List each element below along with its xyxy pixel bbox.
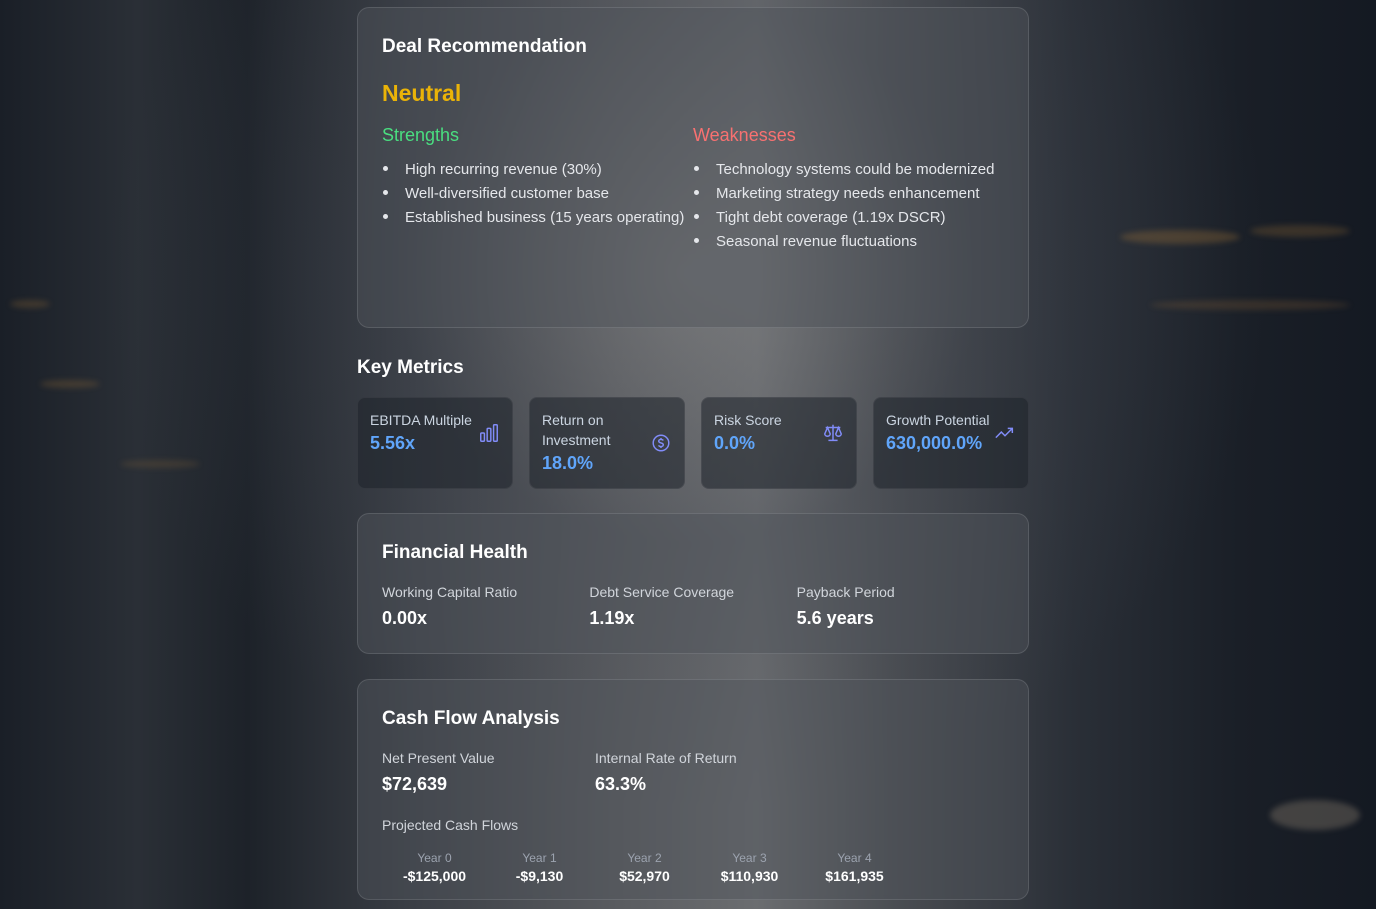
cash-flow-amount: -$125,000 <box>402 868 467 884</box>
strengths-list: High recurring revenue (30%) Well-divers… <box>382 158 693 230</box>
debt-service-coverage: Debt Service Coverage 1.19x <box>589 584 796 629</box>
strengths-column: Strengths High recurring revenue (30%) W… <box>382 125 693 254</box>
cash-flow-amount: $52,970 <box>619 868 670 884</box>
financial-health-title: Financial Health <box>382 542 528 563</box>
net-present-value: Net Present Value $72,639 <box>382 750 595 795</box>
kv-label: Payback Period <box>796 584 895 600</box>
deal-recommendation-title: Deal Recommendation <box>382 36 587 57</box>
cash-flow-year: Year 1 <box>522 851 557 865</box>
weaknesses-list: Technology systems could be modernized M… <box>693 158 1004 254</box>
metric-card-return-on-investment: Return on Investment 18.0% <box>529 397 685 489</box>
projected-cash-flows: Year 0 -$125,000 Year 1 -$9,130 Year 2 $… <box>382 851 1004 884</box>
cash-flow-year-0: Year 0 -$125,000 <box>382 851 487 884</box>
cash-flow-year-1: Year 1 -$9,130 <box>487 851 592 884</box>
strength-item: High recurring revenue (30%) <box>382 158 693 182</box>
cash-flow-year: Year 3 <box>732 851 767 865</box>
kv-value: $72,639 <box>382 774 448 794</box>
strength-item: Well-diversified customer base <box>382 182 693 206</box>
strength-item: Established business (15 years operating… <box>382 206 693 230</box>
payback-period: Payback Period 5.6 years <box>797 584 1004 629</box>
trending-up-icon <box>994 422 1016 444</box>
deal-verdict: Neutral <box>382 80 462 106</box>
cash-flow-year: Year 2 <box>627 851 662 865</box>
weakness-item: Tight debt coverage (1.19x DSCR) <box>693 206 1004 230</box>
weaknesses-title: Weaknesses <box>693 125 796 145</box>
weaknesses-column: Weaknesses Technology systems could be m… <box>693 125 1004 254</box>
metric-card-growth-potential: Growth Potential 630,000.0% <box>873 397 1029 489</box>
cash-flow-amount: $110,930 <box>720 868 779 884</box>
cash-flow-year-4: Year 4 $161,935 <box>802 851 907 884</box>
cash-flow-analysis-card: Cash Flow Analysis Net Present Value $72… <box>357 679 1029 900</box>
metric-card-ebitda-multiple: EBITDA Multiple 5.56x <box>357 397 513 489</box>
cash-flow-year-3: Year 3 $110,930 <box>697 851 802 884</box>
kv-label: Working Capital Ratio <box>382 584 518 600</box>
weakness-item: Marketing strategy needs enhancement <box>693 182 1004 206</box>
kv-label: Debt Service Coverage <box>589 584 735 600</box>
metric-label: EBITDA Multiple <box>370 412 472 428</box>
kv-value: 0.00x <box>382 608 428 628</box>
kv-label: Net Present Value <box>382 750 495 766</box>
metric-label: Risk Score <box>714 412 782 428</box>
metric-value: 18.0% <box>542 453 594 473</box>
weakness-item: Technology systems could be modernized <box>693 158 1004 182</box>
metric-card-risk-score: Risk Score 0.0% <box>701 397 857 489</box>
cash-flow-year: Year 0 <box>417 851 452 865</box>
kv-value: 63.3% <box>595 774 647 794</box>
working-capital-ratio: Working Capital Ratio 0.00x <box>382 584 589 629</box>
weakness-item: Seasonal revenue fluctuations <box>693 230 1004 254</box>
kv-value: 1.19x <box>589 608 635 628</box>
dollar-circle-icon <box>650 432 672 454</box>
projected-cash-flows-title: Projected Cash Flows <box>382 817 519 833</box>
financial-health-card: Financial Health Working Capital Ratio 0… <box>357 513 1029 654</box>
key-metrics-title: Key Metrics <box>357 357 464 378</box>
cash-flow-amount: $161,935 <box>825 868 884 884</box>
strengths-title: Strengths <box>382 125 460 145</box>
cash-flow-year: Year 4 <box>837 851 872 865</box>
cash-flow-year-2: Year 2 $52,970 <box>592 851 697 884</box>
scale-icon <box>822 422 844 444</box>
kv-value: 5.6 years <box>796 608 874 628</box>
bar-chart-icon <box>478 422 500 444</box>
deal-recommendation-card: Deal Recommendation Neutral Strengths Hi… <box>357 7 1029 328</box>
internal-rate-of-return: Internal Rate of Return 63.3% <box>595 750 808 795</box>
metric-label: Growth Potential <box>886 412 990 428</box>
cash-flow-analysis-title: Cash Flow Analysis <box>382 708 560 729</box>
metric-label: Return on Investment <box>542 412 611 448</box>
kv-label: Internal Rate of Return <box>595 750 737 766</box>
cash-flow-amount: -$9,130 <box>515 868 564 884</box>
